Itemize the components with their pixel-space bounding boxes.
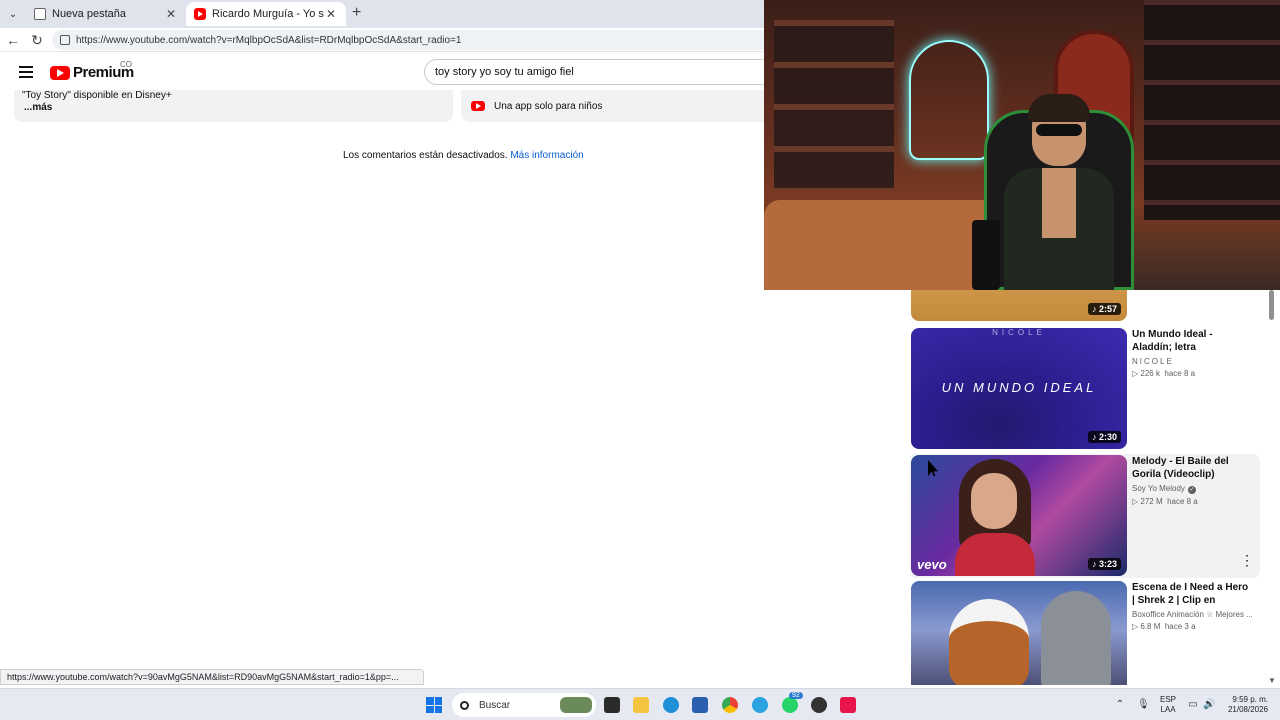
file-explorer-icon[interactable]: [633, 697, 649, 713]
more-info-link[interactable]: Más información: [510, 150, 583, 161]
tab-title: Ricardo Murguía - Yo soy tu amig: [212, 8, 324, 20]
comments-disabled-text: Los comentarios están desactivados.: [343, 150, 508, 161]
system-clock[interactable]: 9:59 p. m. 21/08/2026: [1222, 695, 1268, 715]
network-icon[interactable]: ▭: [1187, 699, 1199, 711]
edge-browser-icon[interactable]: [663, 697, 679, 713]
tab-search-chevron-icon[interactable]: ⌄: [4, 5, 22, 23]
show-more-link[interactable]: ...más: [24, 102, 52, 113]
search-input[interactable]: toy story yo soy tu amigo fiel: [424, 59, 784, 85]
obs-icon[interactable]: [811, 697, 827, 713]
video-item[interactable]: Escena de I Need a Hero | Shrek 2 | Clip…: [910, 581, 1260, 685]
page-scrollbar[interactable]: ▼: [1268, 290, 1276, 685]
related-videos-list: ♪ 2:57 NICOLE UN MUNDO IDEAL ♪ 2:30 Un M…: [910, 290, 1270, 685]
chrome-icon[interactable]: [722, 697, 738, 713]
clock-date: 21/08/2026: [1227, 705, 1268, 714]
duration-badge: ♪ 2:57: [1087, 303, 1121, 315]
more-actions-icon[interactable]: ⋮: [1240, 552, 1254, 569]
youtube-kids-card[interactable]: Una app solo para niños: [461, 90, 771, 122]
video-title[interactable]: Escena de I Need a Hero | Shrek 2 | Clip…: [1132, 581, 1252, 607]
youtube-premium-logo[interactable]: Premium CO: [50, 60, 134, 81]
video-item[interactable]: vevo ♪ 3:23 Melody - El Baile del Gorila…: [910, 454, 1260, 578]
tab-youtube-video[interactable]: Ricardo Murguía - Yo soy tu amig ✕: [186, 2, 346, 26]
keyboard-language[interactable]: ESP LAA: [1160, 695, 1176, 715]
volume-icon[interactable]: 🔊: [1203, 699, 1215, 711]
clock-time: 9:59 p. m.: [1232, 695, 1268, 704]
webcam-shelf-right: [1144, 0, 1280, 220]
windows-taskbar: Buscar 92 ⌃ 🎙 ESP LAA ▭ 🔊 9:59 p. m. 21/…: [0, 688, 1280, 720]
vevo-logo: vevo: [917, 557, 947, 572]
address-url: https://www.youtube.com/watch?v=rMqlbpOc…: [76, 34, 462, 46]
tiktok-icon[interactable]: [840, 697, 856, 713]
thumbnail-caption: NICOLE: [992, 328, 1046, 337]
thumbnail-title: UN MUNDO IDEAL: [941, 380, 1097, 395]
scroll-down-arrow-icon[interactable]: ▼: [1268, 676, 1276, 685]
video-info: Escena de I Need a Hero | Shrek 2 | Clip…: [1132, 581, 1252, 631]
duration-badge: ♪ 2:30: [1087, 431, 1121, 443]
comments-disabled-notice: Los comentarios están desactivados. Más …: [343, 150, 584, 161]
youtube-kids-icon: [471, 101, 485, 111]
video-meta: ▷ 6.8 M hace 3 a: [1132, 622, 1196, 631]
close-tab-icon[interactable]: ✕: [324, 7, 338, 21]
country-code: CO: [120, 60, 132, 69]
taskbar-search-placeholder: Buscar: [479, 699, 511, 711]
verified-check-icon: ✓: [1187, 486, 1196, 494]
video-thumbnail[interactable]: NICOLE UN MUNDO IDEAL ♪ 2:30: [911, 328, 1127, 449]
channel-name[interactable]: Soy Yo Melody ✓: [1132, 484, 1252, 494]
new-tab-plus-icon[interactable]: +: [352, 4, 361, 22]
channel-name[interactable]: NICOLE: [1132, 357, 1252, 366]
webcam-shelf-left: [774, 20, 894, 190]
video-thumbnail[interactable]: [911, 581, 1127, 685]
video-info: Melody - El Baile del Gorila (Videoclip)…: [1132, 455, 1252, 506]
video-meta: ▷ 272 M hace 8 a: [1132, 497, 1198, 506]
store-icon[interactable]: [692, 697, 708, 713]
channel-name[interactable]: Boxoffice Animación ☆ Mejores ...: [1132, 610, 1252, 619]
video-item[interactable]: ♪ 2:57: [910, 290, 1260, 322]
windows-start-icon[interactable]: [426, 697, 442, 713]
kids-label: Una app solo para niños: [494, 100, 603, 112]
video-title[interactable]: Un Mundo Ideal - Aladdín; letra: [1132, 328, 1252, 354]
tab-new-tab[interactable]: Nueva pestaña ✕: [26, 2, 186, 26]
page-icon: [34, 8, 46, 20]
close-tab-icon[interactable]: ✕: [164, 7, 178, 21]
address-bar[interactable]: https://www.youtube.com/watch?v=rMqlbpOc…: [52, 30, 772, 50]
telegram-icon[interactable]: [752, 697, 768, 713]
search-highlight-image: [560, 697, 592, 713]
duration-badge: ♪ 3:23: [1087, 558, 1121, 570]
video-item[interactable]: NICOLE UN MUNDO IDEAL ♪ 2:30 Un Mundo Id…: [910, 328, 1260, 450]
taskbar-search[interactable]: Buscar: [452, 693, 596, 717]
webcam-neon-sign: [909, 40, 989, 160]
video-thumbnail[interactable]: vevo ♪ 3:23: [911, 455, 1127, 576]
youtube-favicon-icon: [194, 8, 206, 20]
video-meta: ▷ 226 k hace 8 a: [1132, 369, 1196, 378]
language-code: ESP: [1160, 695, 1177, 704]
reload-icon[interactable]: ↻: [28, 31, 46, 49]
task-view-icon[interactable]: [604, 697, 620, 713]
video-description[interactable]: "Toy Story" disponible en Disney+ ...más: [14, 90, 453, 122]
hamburger-menu-icon[interactable]: [19, 66, 33, 78]
microphone-icon[interactable]: 🎙: [1137, 699, 1150, 711]
video-info: Un Mundo Ideal - Aladdín; letra NICOLE ▷…: [1132, 328, 1252, 378]
whatsapp-icon[interactable]: [782, 697, 798, 713]
webcam-streamer: [1004, 94, 1114, 290]
link-status-bar: https://www.youtube.com/watch?v=90avMgG5…: [0, 669, 424, 685]
search-icon: [460, 700, 469, 710]
webcam-overlay: [764, 0, 1280, 290]
back-arrow-icon[interactable]: ←: [4, 31, 22, 49]
tab-title: Nueva pestaña: [52, 8, 126, 20]
youtube-play-icon: [50, 65, 70, 80]
scrollbar-thumb[interactable]: [1269, 290, 1274, 320]
site-info-icon[interactable]: [60, 35, 70, 45]
description-text: "Toy Story" disponible en Disney+: [22, 90, 172, 101]
video-thumbnail[interactable]: ♪ 2:57: [911, 290, 1127, 321]
notification-badge: 92: [789, 692, 803, 699]
webcam-microphone: [972, 220, 1000, 290]
language-layout: LAA: [1160, 705, 1176, 714]
show-hidden-icons-chevron-icon[interactable]: ⌃: [1114, 699, 1126, 711]
video-title[interactable]: Melody - El Baile del Gorila (Videoclip): [1132, 455, 1252, 481]
